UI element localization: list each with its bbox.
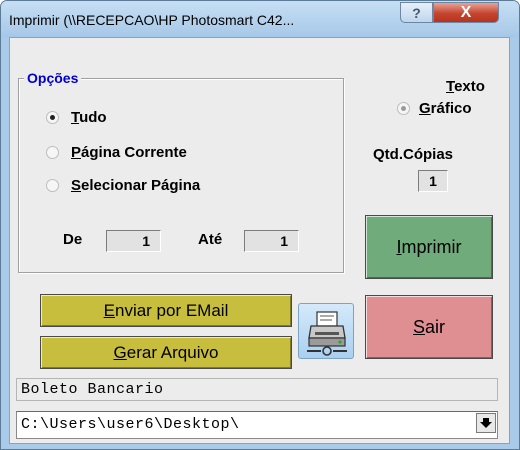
from-label: De: [63, 231, 83, 248]
document-name-bar: Boleto Bancario: [16, 378, 498, 401]
radio-grafico[interactable]: Gráfico: [397, 100, 472, 117]
path-dropdown-button[interactable]: [476, 413, 496, 433]
close-icon: X: [460, 3, 472, 21]
radio-tudo-label: Tudo: [71, 109, 107, 126]
sair-button[interactable]: Sair: [365, 295, 493, 359]
radio-pagina-corrente[interactable]: Página Corrente: [46, 144, 187, 161]
texto-option[interactable]: Texto: [446, 78, 485, 95]
radio-tudo[interactable]: Tudo: [46, 109, 107, 126]
gerar-arquivo-button[interactable]: Gerar Arquivo: [40, 336, 292, 369]
close-button[interactable]: X: [433, 2, 499, 23]
down-arrow-icon: [480, 418, 492, 428]
help-button[interactable]: ?: [400, 2, 433, 23]
printer-setup-button[interactable]: [298, 303, 354, 359]
to-label: Até: [198, 231, 223, 248]
help-icon: ?: [412, 4, 421, 21]
gerar-arquivo-button-label: Gerar Arquivo: [113, 342, 219, 362]
title-bar[interactable]: Imprimir (\\RECEPCAO\HP Photosmart C42..…: [1, 1, 519, 37]
radio-selecionar-pagina-indicator[interactable]: [46, 179, 59, 192]
radio-pagina-corrente-indicator[interactable]: [46, 146, 59, 159]
enviar-email-button-label: Enviar por EMail: [103, 300, 229, 320]
from-page-input[interactable]: 1: [106, 230, 161, 252]
copies-input[interactable]: 1: [418, 170, 448, 192]
output-path-field[interactable]: C:\Users\user6\Desktop\: [16, 411, 498, 439]
radio-selecionar-pagina-label: Selecionar Página: [71, 177, 201, 194]
radio-selecionar-pagina[interactable]: Selecionar Página: [46, 177, 200, 194]
radio-grafico-indicator[interactable]: [397, 102, 410, 115]
radio-pagina-corrente-label: Página Corrente: [71, 144, 187, 161]
to-page-input[interactable]: 1: [244, 230, 299, 252]
window-title: Imprimir (\\RECEPCAO\HP Photosmart C42..…: [9, 12, 295, 28]
radio-tudo-indicator[interactable]: [46, 111, 59, 124]
enviar-email-button[interactable]: Enviar por EMail: [40, 294, 292, 327]
printer-setup-icon: [307, 311, 347, 356]
imprimir-button-label: Imprimir: [396, 236, 462, 257]
sair-button-label: Sair: [412, 316, 446, 337]
copies-label: Qtd.Cópias: [373, 146, 454, 163]
options-group-legend: Opções: [24, 70, 82, 86]
imprimir-button[interactable]: Imprimir: [365, 215, 493, 279]
radio-grafico-label: Gráfico: [419, 100, 472, 117]
